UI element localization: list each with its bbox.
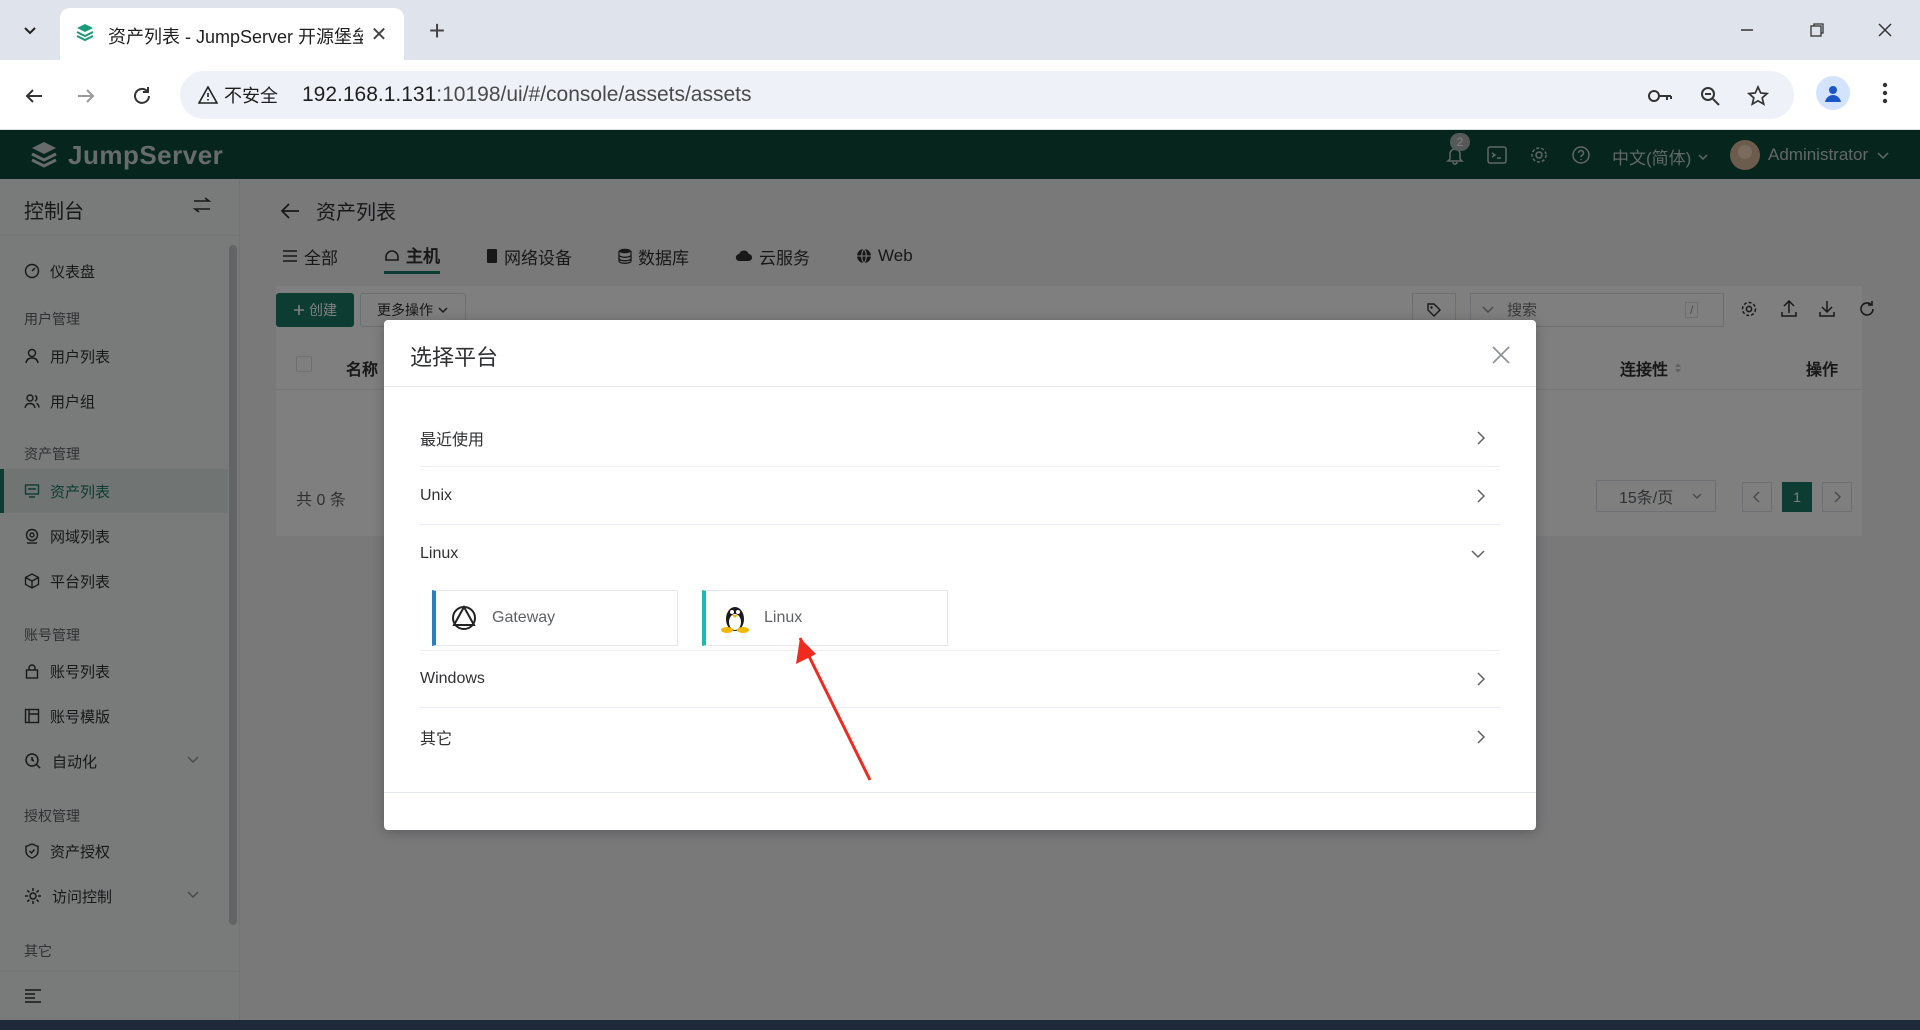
url-text[interactable]: 192.168.1.131:10198/ui/#/console/assets/… bbox=[302, 83, 752, 107]
platform-label: Gateway bbox=[492, 609, 556, 626]
chevron-right-icon bbox=[1477, 672, 1486, 686]
arrow-right-icon bbox=[78, 89, 95, 103]
more-vertical-icon bbox=[1882, 82, 1888, 104]
security-label: 不安全 bbox=[224, 86, 278, 106]
section-label: Linux bbox=[420, 545, 459, 562]
arrow-left-icon bbox=[25, 89, 42, 103]
password-key-button[interactable] bbox=[1644, 80, 1676, 112]
bookmark-button[interactable] bbox=[1742, 80, 1774, 112]
annotation-arrow-icon bbox=[796, 637, 872, 781]
section-unix[interactable]: Unix bbox=[420, 467, 1500, 525]
dialog-title: 选择平台 bbox=[410, 345, 499, 370]
chevron-right-icon bbox=[1477, 430, 1486, 445]
browser-tabstrip: 资产列表 - JumpServer 开源堡垒机 ✕ + bbox=[0, 0, 1920, 60]
section-other[interactable]: 其它 bbox=[420, 708, 1500, 766]
section-label: Unix bbox=[420, 486, 453, 504]
restore-icon bbox=[1810, 23, 1824, 37]
minimize-button[interactable] bbox=[1722, 10, 1772, 50]
os-taskbar bbox=[0, 1020, 1920, 1030]
restore-button[interactable] bbox=[1792, 10, 1842, 50]
dialog-header-divider bbox=[384, 386, 1536, 387]
section-windows[interactable]: Windows bbox=[420, 650, 1500, 708]
chevron-down-icon bbox=[1471, 550, 1485, 559]
address-bar[interactable]: 不安全 192.168.1.131:10198/ui/#/console/ass… bbox=[180, 71, 1794, 119]
browser-toolbar: 不安全 192.168.1.131:10198/ui/#/console/ass… bbox=[0, 60, 1920, 130]
jumpserver-favicon-icon bbox=[74, 22, 96, 44]
close-icon bbox=[1492, 346, 1510, 364]
close-tab-icon[interactable]: ✕ bbox=[366, 21, 392, 47]
browser-tab-active[interactable]: 资产列表 - JumpServer 开源堡垒机 ✕ bbox=[60, 8, 404, 60]
dialog-close-button[interactable] bbox=[1490, 344, 1514, 368]
reload-button[interactable] bbox=[122, 76, 162, 116]
chevron-right-icon bbox=[1477, 730, 1486, 744]
zoom-button[interactable] bbox=[1694, 80, 1726, 112]
select-platform-dialog: 选择平台 最近使用 Unix Linux Gateway Linux Windo… bbox=[384, 320, 1536, 830]
back-button[interactable] bbox=[14, 76, 54, 116]
section-label: 其它 bbox=[420, 731, 453, 748]
reload-icon bbox=[134, 87, 150, 104]
url-host: 192.168.1.131 bbox=[302, 83, 437, 106]
zoom-icon bbox=[1701, 87, 1720, 106]
security-indicator[interactable]: 不安全 bbox=[192, 79, 290, 111]
dialog-footer-divider bbox=[384, 792, 1536, 793]
url-path: :10198/ui/#/console/assets/assets bbox=[436, 83, 752, 106]
browser-menu-button[interactable] bbox=[1868, 76, 1902, 110]
section-linux[interactable]: Linux bbox=[420, 525, 1500, 583]
tux-penguin-icon bbox=[721, 607, 749, 633]
chevron-down-icon bbox=[24, 27, 36, 35]
close-icon bbox=[1878, 23, 1892, 37]
section-label: 最近使用 bbox=[420, 431, 485, 449]
warning-icon bbox=[198, 86, 218, 104]
minimize-icon bbox=[1741, 29, 1753, 31]
section-recent[interactable]: 最近使用 bbox=[420, 409, 1500, 467]
section-label: Windows bbox=[420, 670, 485, 687]
person-icon bbox=[1825, 86, 1841, 102]
key-icon bbox=[1648, 90, 1672, 102]
close-window-button[interactable] bbox=[1860, 10, 1910, 50]
forward-button[interactable] bbox=[66, 76, 106, 116]
tab-title: 资产列表 - JumpServer 开源堡垒机 bbox=[108, 27, 363, 47]
new-tab-button[interactable]: + bbox=[420, 14, 454, 48]
gateway-icon bbox=[452, 604, 476, 630]
chevron-right-icon bbox=[1477, 488, 1486, 503]
tab-search-button[interactable] bbox=[12, 13, 48, 47]
profile-button[interactable] bbox=[1816, 76, 1850, 110]
star-icon bbox=[1747, 85, 1769, 106]
platform-card-gateway[interactable]: Gateway bbox=[432, 590, 678, 646]
